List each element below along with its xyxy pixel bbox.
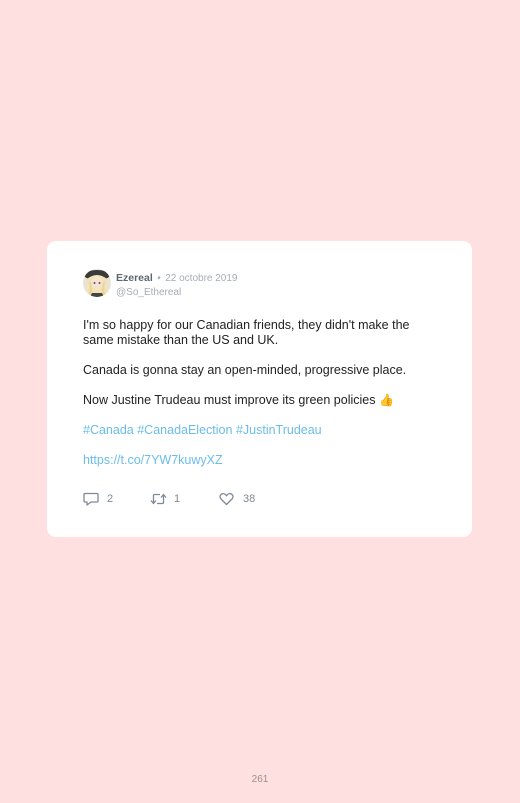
avatar[interactable] (83, 269, 111, 297)
thumbs-up-icon: 👍 (378, 393, 394, 407)
retweet-icon (150, 493, 167, 505)
hashtag-justintrudeau[interactable]: #JustinTrudeau (236, 423, 322, 437)
page-number: 261 (251, 774, 269, 785)
tweet-paragraph-3-text: Now Justine Trudeau must improve its gre… (83, 393, 376, 407)
hashtags: #Canada #CanadaElection #JustinTrudeau (83, 423, 443, 438)
heart-icon (219, 492, 234, 506)
tweet-actions: 2 1 38 (83, 491, 283, 507)
tweet-body: I'm so happy for our Canadian friends, t… (83, 318, 443, 468)
hashtag-canada[interactable]: #Canada (83, 423, 134, 437)
header-separator: • (157, 273, 161, 284)
tweet-paragraph-3: Now Justine Trudeau must improve its gre… (83, 393, 443, 408)
tweet-card: Ezereal • 22 octobre 2019 @So_Ethereal I… (47, 241, 472, 537)
hashtag-canadaelection[interactable]: #CanadaElection (137, 423, 232, 437)
tweet-paragraph-1: I'm so happy for our Canadian friends, t… (83, 318, 410, 347)
like-count: 38 (243, 493, 256, 505)
author-name[interactable]: Ezereal (116, 272, 153, 284)
retweet-button[interactable]: 1 (150, 491, 190, 507)
reply-button[interactable]: 2 (83, 491, 123, 507)
tweet-paragraph-2: Canada is gonna stay an open-minded, pro… (83, 363, 407, 377)
like-button[interactable]: 38 (219, 491, 267, 507)
reply-count: 2 (107, 493, 114, 505)
tweet-link-line: https://t.co/7YW7kuwyXZ (83, 453, 443, 468)
author-handle[interactable]: @So_Ethereal (116, 287, 237, 299)
tweet-link[interactable]: https://t.co/7YW7kuwyXZ (83, 453, 223, 467)
retweet-count: 1 (174, 493, 181, 505)
reply-icon (83, 492, 99, 506)
avatar-image (83, 269, 111, 297)
tweet-date[interactable]: 22 octobre 2019 (165, 273, 237, 284)
tweet-header: Ezereal • 22 octobre 2019 @So_Ethereal (116, 271, 237, 299)
